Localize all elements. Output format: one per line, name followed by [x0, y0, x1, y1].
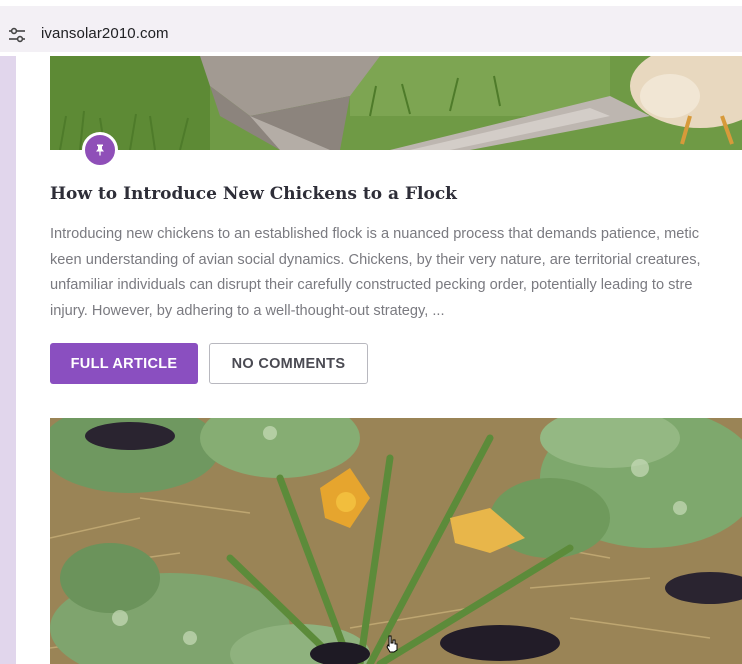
excerpt-line: keen understanding of avian social dynam…: [50, 251, 701, 268]
address-bar[interactable]: ivansolar2010.com: [0, 6, 742, 52]
sticky-post-badge: [82, 132, 118, 168]
post-excerpt: Introducing new chickens to an establish…: [50, 222, 742, 325]
hand-cursor-icon: [386, 635, 398, 653]
tune-icon[interactable]: [8, 26, 26, 44]
no-comments-button[interactable]: NO COMMENTS: [209, 343, 368, 384]
pin-icon: [96, 144, 104, 156]
page-side-strip: [0, 56, 16, 664]
excerpt-line: unfamiliar individuals can disrupt their…: [50, 277, 693, 294]
excerpt-line: Introducing new chickens to an establish…: [50, 226, 699, 242]
zucchini-featured-image[interactable]: [50, 418, 742, 664]
full-article-button[interactable]: FULL ARTICLE: [50, 343, 198, 384]
excerpt-line: injury. However, by adhering to a well-t…: [50, 303, 445, 320]
url-text[interactable]: ivansolar2010.com: [41, 25, 169, 42]
post-title[interactable]: How to Introduce New Chickens to a Flock: [50, 184, 457, 204]
blog-content: How to Introduce New Chickens to a Flock…: [16, 56, 742, 664]
chicken-featured-image[interactable]: [50, 56, 742, 150]
browser-toolbar: ivansolar2010.com: [0, 0, 742, 56]
